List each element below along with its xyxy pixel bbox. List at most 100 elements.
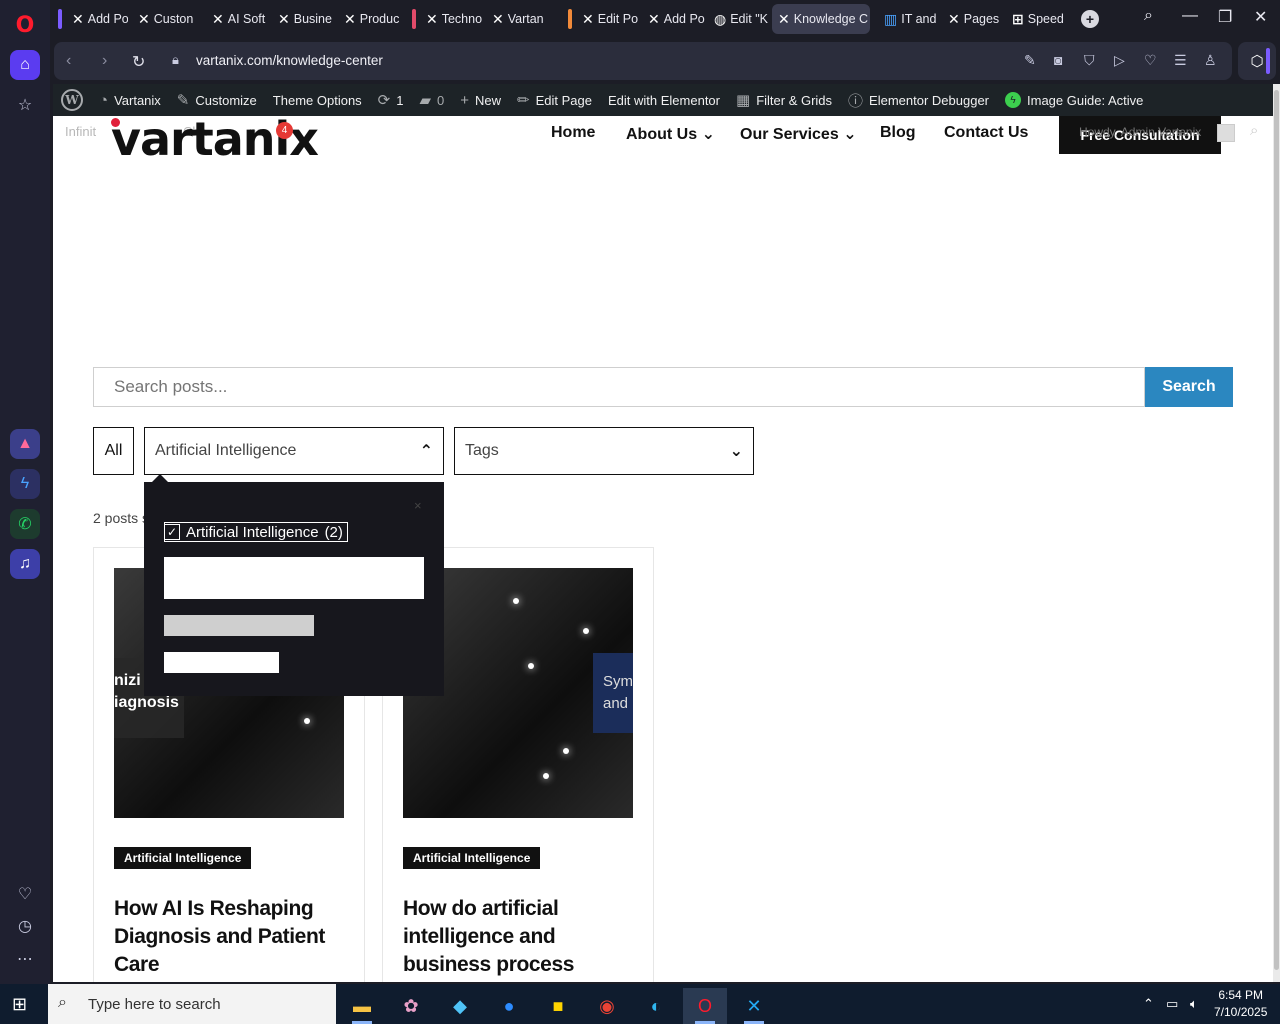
page-scrollbar-thumb[interactable] [1274, 90, 1279, 970]
image-guide-link[interactable]: ϟ Image Guide: Active [997, 84, 1151, 116]
new-tab-button[interactable]: + [1081, 10, 1099, 28]
messenger-icon[interactable]: ϟ [10, 469, 40, 499]
tab[interactable]: ✕ Produc [338, 4, 402, 34]
send-icon[interactable]: ▷ [1114, 52, 1125, 69]
volume-icon[interactable]: 🔈︎ [1190, 996, 1198, 1012]
camera-icon[interactable]: ◙ [1054, 52, 1062, 68]
extensions-icon[interactable]: ⬡ [1238, 42, 1276, 80]
category-select[interactable]: Artificial Intelligence ⌃ [144, 427, 444, 475]
edge-icon[interactable]: ◐ [634, 988, 678, 1024]
tab-active[interactable]: ✕ Knowledge C [772, 4, 870, 34]
easy-setup-icon[interactable]: ☰ [1174, 52, 1187, 69]
tab[interactable]: ✕ Custon [132, 4, 198, 34]
comment-icon: ▰ [419, 92, 432, 109]
filter-grids-link[interactable]: ▦ Filter & Grids [728, 84, 840, 116]
network-icon[interactable]: ▭ [1166, 996, 1178, 1012]
forward-icon[interactable]: › [102, 52, 107, 70]
minimize-icon[interactable]: — [1182, 7, 1198, 25]
tab[interactable]: ✕ Busine [272, 4, 336, 34]
nav-about[interactable]: About Us ⌄ [626, 124, 715, 144]
back-icon[interactable]: ‹ [66, 52, 71, 70]
home-icon[interactable]: ⌂ [10, 50, 40, 80]
nav-contact[interactable]: Contact Us [944, 124, 1028, 142]
dropdown-option-artificial-intelligence[interactable]: ✓ Artificial Intelligence (2) [164, 522, 348, 542]
edit-with-elementor-link[interactable]: Edit with Elementor [600, 84, 728, 116]
tab[interactable]: ✕ Techno [420, 4, 484, 34]
opera-taskbar-icon[interactable]: O [683, 988, 727, 1024]
pencil-icon: ✏ [517, 92, 530, 109]
option-count: (2) [324, 523, 343, 541]
lock-icon[interactable]: 🔒︎ [172, 52, 179, 68]
tab[interactable]: ◍ Edit "K [708, 4, 770, 34]
close-icon[interactable]: × [414, 498, 422, 513]
sticky-notes-icon[interactable]: ■ [536, 988, 580, 1024]
file-explorer-icon[interactable]: ▬ [340, 988, 384, 1024]
wp-logo-button[interactable]: W [53, 84, 91, 116]
chevron-down-icon: ⌄ [729, 443, 743, 460]
whatsapp-icon[interactable]: ✆ [10, 509, 40, 539]
app-icon[interactable]: ◆ [438, 988, 482, 1024]
notification-badge: 4 [276, 122, 293, 139]
updates-link[interactable]: ⟳ 1 [370, 84, 412, 116]
search-button[interactable]: Search [1145, 367, 1233, 407]
new-content-link[interactable]: + New [452, 84, 509, 116]
tags-select[interactable]: Tags ⌄ [454, 427, 754, 475]
customize-link[interactable]: ✎ Customize [169, 84, 265, 116]
edit-page-link[interactable]: ✏ Edit Page [509, 84, 600, 116]
tab[interactable]: ⊞ Speed [1006, 4, 1072, 34]
opera-logo-icon[interactable]: O [10, 10, 40, 40]
post-category-badge[interactable]: Artificial Intelligence [114, 847, 252, 869]
site-name-link[interactable]: ◔ Vartanix [91, 84, 169, 116]
chrome-icon[interactable]: ◉ [585, 988, 629, 1024]
nav-services[interactable]: Our Services ⌄ [740, 124, 857, 144]
comments-link[interactable]: ▰ 0 [411, 84, 452, 116]
star-icon[interactable]: ☆ [10, 90, 40, 120]
avatar[interactable] [1217, 124, 1235, 142]
taskbar-clock[interactable]: 6:54 PM 7/10/2025 [1214, 987, 1267, 1021]
zoom-icon[interactable]: ● [487, 988, 531, 1024]
vartanix-favicon-icon: ✕ [582, 10, 594, 27]
paint-icon[interactable]: ✿ [389, 988, 433, 1024]
music-player-icon[interactable]: ♫ [10, 549, 40, 579]
tab[interactable]: ✕ Add Po [642, 4, 706, 34]
heart-icon[interactable]: ♡ [1144, 52, 1157, 69]
tab[interactable]: ✕ Edit Po [576, 4, 640, 34]
shield-icon[interactable]: ⛉ [1084, 52, 1095, 69]
restore-icon[interactable]: ❐ [1218, 7, 1232, 27]
dropdown-search-input[interactable] [164, 557, 424, 599]
elementor-debugger-link[interactable]: ⓘ Elementor Debugger [840, 84, 997, 116]
checkbox-checked-icon[interactable]: ✓ [164, 524, 180, 540]
profile-icon[interactable]: ♙ [1204, 52, 1217, 69]
theme-options-link[interactable]: Theme Options [265, 84, 370, 116]
reload-icon[interactable]: ↻ [132, 52, 145, 72]
post-category-badge[interactable]: Artificial Intelligence [403, 847, 541, 869]
post-title[interactable]: How AI Is Reshaping Diagnosis and Patien… [114, 895, 344, 979]
close-window-icon[interactable]: ✕ [1254, 7, 1267, 27]
chevron-up-icon[interactable]: ⌃ [1143, 996, 1154, 1012]
edit-icon[interactable]: ✎ [1024, 52, 1036, 69]
tab[interactable]: ✕ Vartan [486, 4, 552, 34]
post-title[interactable]: How do artificial intelligence and busin… [403, 895, 633, 979]
search-icon[interactable]: ⌕ [1250, 122, 1258, 139]
tab[interactable]: ▥ IT and [878, 4, 940, 34]
more-icon[interactable]: ⋯ [10, 944, 40, 974]
grid-icon: ▦ [736, 92, 751, 109]
tab[interactable]: ✕ Pages [942, 4, 1004, 34]
nav-blog[interactable]: Blog [880, 124, 916, 142]
search-input[interactable] [93, 367, 1145, 407]
tab[interactable]: ✕ Add Po [66, 4, 128, 34]
info-icon: ⓘ [848, 92, 864, 110]
sidebar-accent [1266, 48, 1270, 74]
vscode-icon[interactable]: ✕ [732, 988, 776, 1024]
history-icon[interactable]: ◷ [10, 911, 40, 941]
taskbar-search[interactable]: Type here to search [48, 984, 336, 1024]
filter-all-button[interactable]: All [93, 427, 134, 475]
url-text[interactable]: vartanix.com/knowledge-center [196, 53, 383, 68]
aria-icon[interactable]: ▲ [10, 429, 40, 459]
search-tabs-icon[interactable]: ⌕ [1144, 7, 1153, 25]
address-bar[interactable]: ‹ › ↻ 🔒︎ vartanix.com/knowledge-center ✎… [54, 42, 1232, 80]
windows-start-icon[interactable]: ⊞ [12, 994, 27, 1015]
tab[interactable]: ✕ AI Soft [206, 4, 270, 34]
heart-icon[interactable]: ♡ [10, 879, 40, 909]
nav-home[interactable]: Home [551, 124, 595, 142]
